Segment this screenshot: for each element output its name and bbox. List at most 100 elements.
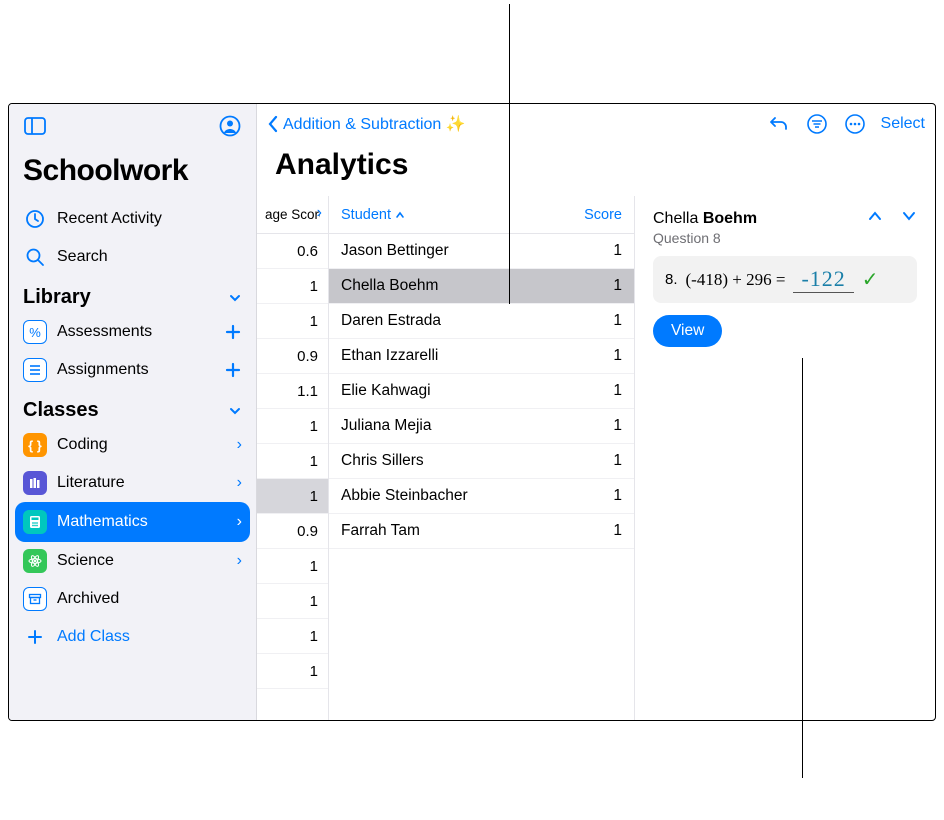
table-row[interactable]: 0.9 <box>257 514 328 549</box>
table-row[interactable]: 1 <box>257 269 328 304</box>
table-row[interactable]: Juliana Mejia1 <box>329 409 634 444</box>
student-cell: Juliana Mejia <box>341 417 431 435</box>
table-row[interactable]: Daren Estrada1 <box>329 304 634 339</box>
score-cell: 1 <box>613 347 622 365</box>
undo-icon[interactable] <box>767 112 791 136</box>
sidebar: Schoolwork Recent Activity Search Librar… <box>9 104 257 720</box>
student-name: Chella Boehm <box>653 210 757 228</box>
account-icon[interactable] <box>216 112 244 140</box>
sidebar-item-search[interactable]: Search <box>9 238 256 276</box>
sidebar-item-literature[interactable]: Literature › <box>9 464 256 502</box>
score-cell: 1 <box>613 522 622 540</box>
score-cell: 1 <box>613 487 622 505</box>
column-label: age Score <box>265 207 320 222</box>
sidebar-item-label: Literature <box>57 474 227 492</box>
table-row[interactable]: Farrah Tam1 <box>329 514 634 549</box>
sort-score-button[interactable]: Score <box>584 207 622 223</box>
sidebar-item-assignments[interactable]: Assignments <box>9 351 256 389</box>
chevron-down-icon <box>228 404 242 418</box>
table-row[interactable]: 0.6 <box>257 234 328 269</box>
table-row[interactable]: 1 <box>257 479 328 514</box>
score-cell: 1 <box>613 277 622 295</box>
sidebar-item-label: Recent Activity <box>57 210 242 228</box>
plus-icon[interactable] <box>224 323 242 341</box>
student-first-name: Chella <box>653 210 698 227</box>
clock-icon <box>23 207 47 231</box>
chevron-left-icon <box>267 115 279 133</box>
student-last-name: Boehm <box>703 210 757 227</box>
table-row[interactable]: Chella Boehm 1 <box>329 269 634 304</box>
student-answer: -122 <box>793 266 853 293</box>
sort-student-button[interactable]: Student <box>341 207 405 223</box>
percent-icon: % <box>23 320 47 344</box>
student-cell: Chella Boehm <box>341 277 438 295</box>
sidebar-item-science[interactable]: Science › <box>9 542 256 580</box>
chevron-right-icon: › <box>237 474 242 492</box>
sidebar-section-classes[interactable]: Classes <box>9 389 256 426</box>
table-row[interactable]: 1 <box>257 654 328 689</box>
calculator-icon <box>23 510 47 534</box>
table-row[interactable]: Abbie Steinbacher 1 <box>329 479 634 514</box>
table-row[interactable]: 1 <box>257 619 328 654</box>
question-nav <box>867 210 917 222</box>
score-cell: 1 <box>613 452 622 470</box>
chevron-right-icon: › <box>317 204 322 222</box>
student-cell: Abbie Steinbacher <box>341 487 468 505</box>
sidebar-item-label: Assignments <box>57 361 214 379</box>
table-row[interactable]: Jason Bettinger1 <box>329 234 634 269</box>
search-icon <box>23 245 47 269</box>
select-button[interactable]: Select <box>881 115 925 133</box>
view-button[interactable]: View <box>653 315 722 347</box>
sidebar-section-library[interactable]: Library <box>9 276 256 313</box>
sort-asc-icon <box>395 210 405 220</box>
sidebar-item-add-class[interactable]: Add Class <box>9 618 256 656</box>
table-header[interactable]: › age Score <box>257 196 328 234</box>
atom-icon <box>23 549 47 573</box>
plus-icon[interactable] <box>224 361 242 379</box>
table-row[interactable]: 1 <box>257 409 328 444</box>
question-number: 8. <box>665 271 678 288</box>
sidebar-topbar <box>9 104 256 148</box>
back-button[interactable]: Addition & Subtraction ✨ <box>267 114 466 134</box>
sidebar-item-label: Search <box>57 248 242 266</box>
next-question-button[interactable] <box>901 210 917 222</box>
back-label: Addition & Subtraction ✨ <box>283 114 466 134</box>
table-row[interactable]: 1 <box>257 304 328 339</box>
table-row[interactable]: 0.9 <box>257 339 328 374</box>
chevron-down-icon <box>228 291 242 305</box>
prev-question-button[interactable] <box>867 210 883 222</box>
sidebar-item-mathematics[interactable]: Mathematics › <box>15 502 250 542</box>
table-row[interactable]: 1 <box>257 584 328 619</box>
more-icon[interactable] <box>843 112 867 136</box>
column-label: Student <box>341 207 391 223</box>
filter-icon[interactable] <box>805 112 829 136</box>
plus-icon <box>23 625 47 649</box>
student-cell: Jason Bettinger <box>341 242 449 260</box>
sidebar-item-label: Add Class <box>57 628 242 646</box>
app-title: Schoolwork <box>9 148 256 200</box>
main-content: Addition & Subtraction ✨ Select Analytic… <box>257 104 935 720</box>
table-row[interactable]: Elie Kahwagi1 <box>329 374 634 409</box>
sidebar-toggle-icon[interactable] <box>21 112 49 140</box>
page-title: Analytics <box>257 144 935 196</box>
chevron-right-icon: › <box>237 552 242 570</box>
table-row[interactable]: 1 <box>257 444 328 479</box>
table-row[interactable]: 1.1 <box>257 374 328 409</box>
sidebar-item-archived[interactable]: Archived <box>9 580 256 618</box>
table-row[interactable]: Ethan Izzarelli 1 <box>329 339 634 374</box>
question-card: 8. (-418) + 296 = -122 ✓ <box>653 256 917 303</box>
sidebar-item-recent[interactable]: Recent Activity <box>9 200 256 238</box>
student-cell: Daren Estrada <box>341 312 441 330</box>
sidebar-item-assessments[interactable]: % Assessments <box>9 313 256 351</box>
chevron-right-icon: › <box>237 436 242 454</box>
callout-line-top <box>509 4 510 304</box>
sidebar-item-coding[interactable]: { } Coding › <box>9 426 256 464</box>
sidebar-item-label: Coding <box>57 436 227 454</box>
section-label: Classes <box>23 399 99 422</box>
column-detail: Chella Boehm Question 8 8. (-418) + 296 … <box>635 196 935 720</box>
table-row[interactable]: Chris Sillers1 <box>329 444 634 479</box>
analytics-columns: › age Score 0.6110.91.11110.91111 Studen… <box>257 196 935 720</box>
table-row[interactable]: 1 <box>257 549 328 584</box>
app-window: Schoolwork Recent Activity Search Librar… <box>8 103 936 721</box>
student-cell: Ethan Izzarelli <box>341 347 438 365</box>
